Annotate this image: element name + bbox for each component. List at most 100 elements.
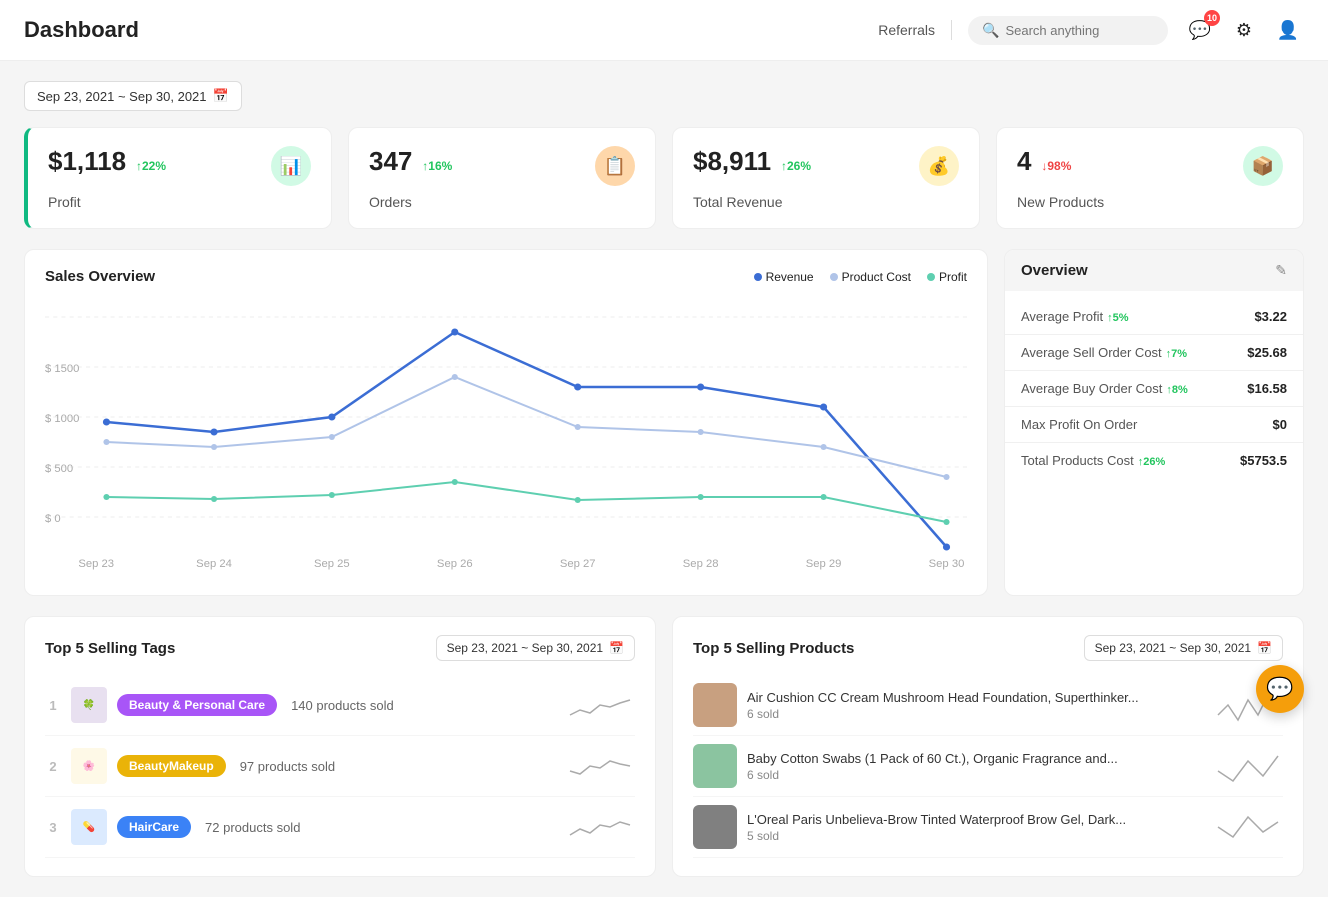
calendar-icon-tags: 📅	[609, 641, 624, 655]
svg-text:Sep 24: Sep 24	[196, 558, 232, 570]
top-products-header: Top 5 Selling Products Sep 23, 2021 ~ Se…	[693, 635, 1283, 661]
legend-dot-product-cost	[830, 273, 838, 281]
tag-chip: Beauty & Personal Care	[117, 694, 277, 716]
sales-chart-svg: $ 0 $ 500 $ 1000 $ 1500	[45, 297, 967, 577]
overview-header: Overview ✎	[1005, 250, 1303, 291]
edit-icon[interactable]: ✎	[1275, 262, 1287, 279]
product-img	[693, 683, 737, 727]
kpi-card-profit: $1,118 ↑22% 📊 Profit	[24, 127, 332, 229]
overview-key-avg-profit: Average Profit↑5%	[1021, 309, 1129, 324]
kpi-card-orders: 347 ↑16% 📋 Orders	[348, 127, 656, 229]
date-range-picker[interactable]: Sep 23, 2021 ~ Sep 30, 2021 📅	[24, 81, 242, 111]
overview-val-total-cost: $5753.5	[1240, 453, 1287, 468]
svg-text:$ 1000: $ 1000	[45, 413, 79, 425]
chat-button[interactable]: 💬	[1256, 665, 1304, 713]
referrals-link[interactable]: Referrals	[878, 22, 935, 38]
sales-overview-title: Sales Overview	[45, 268, 155, 285]
overview-val-avg-sell: $25.68	[1247, 345, 1287, 360]
kpi-icon-revenue: 💰	[919, 146, 959, 186]
page-title: Dashboard	[24, 17, 878, 43]
kpi-change-new-products: ↓98%	[1041, 159, 1071, 173]
kpi-change-profit: ↑22%	[136, 159, 166, 173]
tag-thumbnail: 🌸	[71, 748, 107, 784]
top-products-date-label: Sep 23, 2021 ~ Sep 30, 2021	[1095, 641, 1251, 655]
svg-text:Sep 23: Sep 23	[78, 558, 114, 570]
tag-sold: 140 products sold	[291, 698, 555, 713]
svg-text:$ 500: $ 500	[45, 463, 73, 475]
product-img	[693, 805, 737, 849]
overview-key-avg-buy: Average Buy Order Cost↑8%	[1021, 381, 1188, 396]
overview-rows: Average Profit↑5% $3.22 Average Sell Ord…	[1005, 291, 1303, 486]
legend-dot-revenue	[754, 273, 762, 281]
svg-text:Sep 29: Sep 29	[806, 558, 842, 570]
kpi-icon-orders: 📋	[595, 146, 635, 186]
kpi-value-new-products: 4	[1017, 146, 1031, 176]
kpi-icon-new-products: 📦	[1243, 146, 1283, 186]
product-sold: 5 sold	[747, 829, 1203, 843]
overview-row-avg-profit: Average Profit↑5% $3.22	[1005, 299, 1303, 335]
sales-row: Sales Overview Revenue Product Cost Prof…	[24, 249, 1304, 596]
notification-badge: 10	[1204, 10, 1220, 26]
list-item: L'Oreal Paris Unbelieva-Brow Tinted Wate…	[693, 797, 1283, 858]
product-sold: 6 sold	[747, 707, 1203, 721]
kpi-label-revenue: Total Revenue	[693, 194, 959, 210]
product-info: Air Cushion CC Cream Mushroom Head Found…	[747, 690, 1203, 721]
product-name: L'Oreal Paris Unbelieva-Brow Tinted Wate…	[747, 812, 1203, 827]
overview-key-max-profit: Max Profit On Order	[1021, 417, 1137, 432]
bottom-row: Top 5 Selling Tags Sep 23, 2021 ~ Sep 30…	[24, 616, 1304, 877]
sales-chart-area: $ 0 $ 500 $ 1000 $ 1500	[45, 297, 967, 577]
svg-text:$ 1500: $ 1500	[45, 363, 79, 375]
search-input[interactable]	[1005, 23, 1154, 38]
list-item: 1 🍀 Beauty & Personal Care 140 products …	[45, 675, 635, 736]
top-tags-title: Top 5 Selling Tags	[45, 640, 175, 657]
tag-sold: 72 products sold	[205, 820, 555, 835]
legend-product-cost: Product Cost	[830, 270, 911, 284]
product-img	[693, 744, 737, 788]
kpi-icon-profit: 📊	[271, 146, 311, 186]
list-item: Baby Cotton Swabs (1 Pack of 60 Ct.), Or…	[693, 736, 1283, 797]
tag-thumbnail: 💊	[71, 809, 107, 845]
svg-text:Sep 28: Sep 28	[683, 558, 719, 570]
calendar-icon: 📅	[213, 88, 229, 104]
overview-title: Overview	[1021, 262, 1088, 279]
top-tags-card: Top 5 Selling Tags Sep 23, 2021 ~ Sep 30…	[24, 616, 656, 877]
notifications-button[interactable]: 💬 10	[1184, 14, 1216, 46]
sales-chart-container: Sales Overview Revenue Product Cost Prof…	[24, 249, 988, 596]
tag-sparkline	[565, 685, 635, 725]
user-menu-button[interactable]: 👤	[1272, 14, 1304, 46]
overview-row-avg-sell: Average Sell Order Cost↑7% $25.68	[1005, 335, 1303, 371]
kpi-change-revenue: ↑26%	[781, 159, 811, 173]
app-header: Dashboard Referrals 🔍 💬 10 ⚙ 👤	[0, 0, 1328, 61]
svg-text:Sep 25: Sep 25	[314, 558, 350, 570]
top-products-date-picker[interactable]: Sep 23, 2021 ~ Sep 30, 2021 📅	[1084, 635, 1283, 661]
legend-dot-profit	[927, 273, 935, 281]
tag-rank: 3	[45, 820, 61, 835]
tag-rank: 2	[45, 759, 61, 774]
header-icons: 💬 10 ⚙ 👤	[1184, 14, 1304, 46]
kpi-label-profit: Profit	[48, 194, 311, 210]
kpi-label-new-products: New Products	[1017, 194, 1283, 210]
search-box[interactable]: 🔍	[968, 16, 1168, 45]
product-info: Baby Cotton Swabs (1 Pack of 60 Ct.), Or…	[747, 751, 1203, 782]
overview-val-avg-buy: $16.58	[1247, 381, 1287, 396]
tag-rank: 1	[45, 698, 61, 713]
list-item: Air Cushion CC Cream Mushroom Head Found…	[693, 675, 1283, 736]
overview-panel: Overview ✎ Average Profit↑5% $3.22 Avera…	[1004, 249, 1304, 596]
top-products-title: Top 5 Selling Products	[693, 640, 854, 657]
kpi-value-orders: 347	[369, 146, 412, 176]
overview-key-avg-sell: Average Sell Order Cost↑7%	[1021, 345, 1187, 360]
list-item: 3 💊 HairCare 72 products sold	[45, 797, 635, 858]
settings-button[interactable]: ⚙	[1228, 14, 1260, 46]
kpi-change-orders: ↑16%	[422, 159, 452, 173]
kpi-cards-grid: $1,118 ↑22% 📊 Profit 347 ↑16% 📋 Orders $…	[24, 127, 1304, 229]
tag-sparkline	[565, 746, 635, 786]
overview-row-total-cost: Total Products Cost↑26% $5753.5	[1005, 443, 1303, 478]
kpi-card-revenue: $8,911 ↑26% 💰 Total Revenue	[672, 127, 980, 229]
top-tags-date-picker[interactable]: Sep 23, 2021 ~ Sep 30, 2021 📅	[436, 635, 635, 661]
list-item: 2 🌸 BeautyMakeup 97 products sold	[45, 736, 635, 797]
product-name: Air Cushion CC Cream Mushroom Head Found…	[747, 690, 1203, 705]
tag-chip: HairCare	[117, 816, 191, 838]
svg-text:$ 0: $ 0	[45, 513, 61, 525]
top-products-card: Top 5 Selling Products Sep 23, 2021 ~ Se…	[672, 616, 1304, 877]
header-right: Referrals 🔍 💬 10 ⚙ 👤	[878, 14, 1304, 46]
